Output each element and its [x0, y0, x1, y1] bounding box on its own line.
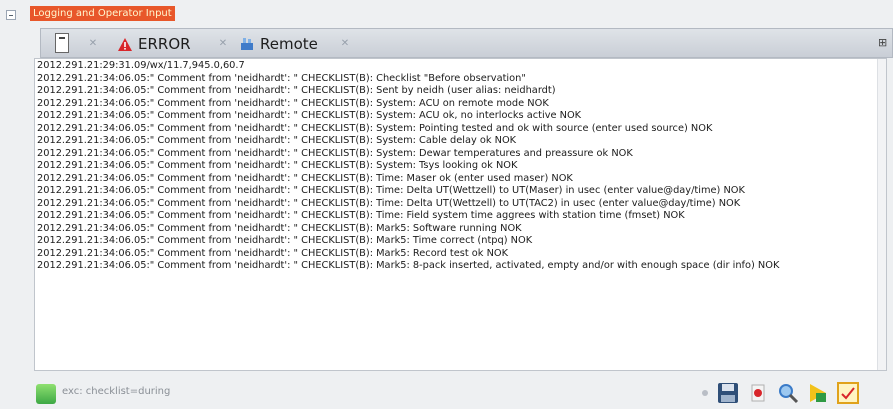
log-line: 2012.291.21:34:06.05:" Comment from 'nei… — [37, 122, 713, 134]
tab-bar: ✕ ERROR ✕ Remote ✕ ⊞ — [40, 28, 893, 58]
log-line: 2012.291.21:34:06.05:" Comment from 'nei… — [37, 235, 533, 246]
grip-icon — [700, 381, 710, 405]
status-text: exc: checklist=during — [62, 386, 171, 397]
log-line: 2012.291.21:34:06.05:" Comment from 'nei… — [37, 72, 526, 84]
tab-remote-label: Remote — [260, 35, 318, 53]
tab-error[interactable]: ERROR — [117, 33, 191, 55]
remote-icon — [241, 38, 253, 50]
log-view[interactable]: 2012.291.21:29:31.09/wx/11.7,945.0,60.7 2… — [34, 58, 887, 371]
log-line: 2012.291.21:34:06.05:" Comment from 'nei… — [37, 147, 633, 159]
log-line: 2012.291.21:34:06.05:" Comment from 'nei… — [37, 247, 509, 259]
save-button[interactable] — [716, 381, 740, 405]
log-line: 2012.291.21:34:06.05:" Comment from 'nei… — [37, 160, 518, 171]
log-lines: 2012.291.21:29:31.09/wx/11.7,945.0,60.7 2… — [37, 60, 875, 273]
panel-header: Logging and Operator Input — [0, 0, 893, 26]
log-line: 2012.291.21:34:06.05:" Comment from 'nei… — [37, 222, 522, 234]
collapse-toggle[interactable] — [6, 10, 16, 20]
run-button[interactable] — [806, 381, 830, 405]
menu-icon[interactable]: ⊞ — [878, 36, 890, 50]
log-line: 2012.291.21:34:06.05:" Comment from 'nei… — [37, 185, 745, 196]
tab-error-label: ERROR — [138, 35, 191, 53]
status-bar: exc: checklist=during — [0, 372, 893, 408]
delete-button[interactable] — [746, 381, 770, 405]
close-icon[interactable]: ✕ — [217, 38, 229, 50]
toolbar — [700, 380, 860, 406]
save-icon — [718, 383, 738, 403]
log-line: 2012.291.21:29:31.09/wx/11.7,945.0,60.7 — [37, 60, 245, 71]
log-line: 2012.291.21:34:06.05:" Comment from 'nei… — [37, 172, 573, 184]
log-line: 2012.291.21:34:06.05:" Comment from 'nei… — [37, 210, 685, 221]
scrollbar[interactable] — [877, 59, 886, 370]
log-line: 2012.291.21:34:06.05:" Comment from 'nei… — [37, 85, 556, 96]
run-icon — [810, 384, 826, 402]
log-line: 2012.291.21:34:06.05:" Comment from 'nei… — [37, 110, 582, 121]
log-line: 2012.291.21:34:06.05:" Comment from 'nei… — [37, 197, 741, 209]
close-icon[interactable]: ✕ — [87, 38, 99, 50]
log-line: 2012.291.21:34:06.05:" Comment from 'nei… — [37, 97, 549, 109]
log-line: 2012.291.21:34:06.05:" Comment from 'nei… — [37, 260, 780, 271]
search-icon — [779, 384, 799, 404]
search-button[interactable] — [776, 381, 800, 405]
checklist-icon — [837, 382, 859, 404]
checklist-button[interactable] — [836, 381, 860, 405]
log-line: 2012.291.21:34:06.05:" Comment from 'nei… — [37, 135, 517, 146]
document-icon[interactable] — [55, 33, 69, 53]
delete-icon — [751, 384, 765, 402]
panel-title: Logging and Operator Input — [30, 6, 175, 21]
status-ok-icon — [36, 384, 56, 404]
close-icon[interactable]: ✕ — [339, 38, 351, 50]
tab-remote[interactable]: Remote — [239, 33, 318, 55]
warning-icon — [118, 37, 132, 51]
